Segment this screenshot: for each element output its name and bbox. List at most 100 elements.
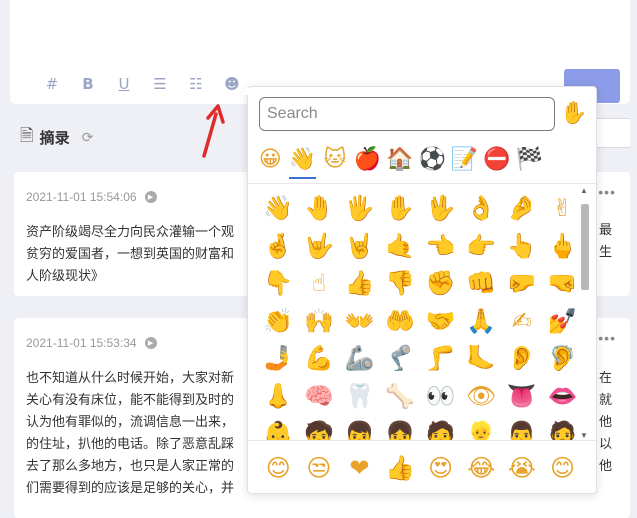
emoji-item[interactable]: 🦴 [380, 378, 421, 416]
emoji-item[interactable]: ☝ [299, 265, 340, 303]
recent-emoji-item[interactable]: 😍 [420, 449, 461, 487]
recent-emoji-item[interactable]: 😊 [542, 449, 583, 487]
note-text-right-edge: 在 就 他 以 他 [599, 371, 613, 474]
emoji-item[interactable]: 🧑 [420, 416, 461, 440]
emoji-item[interactable]: 🤳 [258, 340, 299, 378]
emoji-search-input[interactable] [259, 97, 555, 131]
emoji-item[interactable]: 👁 [461, 378, 502, 416]
emoji-item[interactable]: 👇 [258, 265, 299, 303]
emoji-item[interactable]: 🤘 [339, 228, 380, 266]
recent-emoji-item[interactable]: 😒 [299, 449, 340, 487]
tab-food[interactable]: 🍎 [351, 145, 383, 179]
recent-emoji-item[interactable]: 😊 [258, 449, 299, 487]
emoji-item[interactable]: 👉 [461, 228, 502, 266]
hashtag-button[interactable]: # [34, 74, 70, 94]
emoji-item[interactable]: 💪 [299, 340, 340, 378]
emoji-item[interactable]: 🙏 [461, 303, 502, 341]
emoji-item[interactable]: 👱 [461, 416, 502, 440]
emoji-item[interactable]: 👧 [380, 416, 421, 440]
recent-emoji-item[interactable]: ❤ [339, 449, 380, 487]
tab-symbols[interactable]: ⛔ [481, 145, 513, 179]
note-timestamp: 2021-11-01 15:53:34 [26, 336, 137, 350]
emoji-item[interactable]: ✋ [380, 190, 421, 228]
emoji-item[interactable]: 🦻 [542, 340, 583, 378]
emoji-item[interactable]: 🦵 [420, 340, 461, 378]
emoji-item[interactable]: 👶 [258, 416, 299, 440]
emoji-item[interactable]: 🦾 [339, 340, 380, 378]
recent-emoji-item[interactable]: 😭 [502, 449, 543, 487]
emoji-item[interactable]: 🖖 [420, 190, 461, 228]
play-icon[interactable]: ▶ [144, 337, 157, 349]
emoji-grid-area: 👋 🤚 🖐 ✋ 🖖 👌 🤌 ✌ 🤞 🤟 🤘 🤙 👈 👉 👆 🖕 👇 ☝ 👍 👎 ✊ 👊 🤛 🤜 👏 🙌 👐 🤲 🤝 🙏 ✍ 💅 🤳 💪 🦾 🦿 🦵 🦶 👂 🦻… [248, 183, 598, 441]
tab-objects[interactable]: 📝 [448, 145, 480, 179]
emoji-item[interactable]: 🦶 [461, 340, 502, 378]
emoji-item[interactable]: 👂 [502, 340, 543, 378]
emoji-item[interactable]: 🤜 [542, 265, 583, 303]
emoji-item[interactable]: 👍 [339, 265, 380, 303]
more-options-icon[interactable]: ••• [598, 184, 616, 200]
emoji-item[interactable]: ✍ [502, 303, 543, 341]
more-options-icon[interactable]: ••• [598, 330, 616, 346]
recent-emoji-item[interactable]: 😂 [461, 449, 502, 487]
tab-people[interactable]: 👋 [286, 145, 318, 179]
emoji-item[interactable]: ✊ [420, 265, 461, 303]
emoji-item[interactable]: 🤌 [502, 190, 543, 228]
underline-button[interactable]: U [106, 74, 142, 94]
emoji-item[interactable]: 👏 [258, 303, 299, 341]
skin-tone-button[interactable]: ✋ [560, 101, 587, 127]
numbered-list-button[interactable]: ☷ [178, 74, 214, 94]
bold-button[interactable]: B [70, 74, 106, 94]
emoji-item[interactable]: 👋 [258, 190, 299, 228]
emoji-item[interactable]: 🤝 [420, 303, 461, 341]
emoji-item[interactable]: 🖕 [542, 228, 583, 266]
red-arrow-annotation [202, 104, 225, 158]
emoji-item[interactable]: 🦷 [339, 378, 380, 416]
emoji-item[interactable]: 👦 [339, 416, 380, 440]
emoji-item[interactable]: 🙌 [299, 303, 340, 341]
emoji-item[interactable]: 🤞 [258, 228, 299, 266]
emoji-item[interactable]: 🦿 [380, 340, 421, 378]
tab-animals[interactable]: 🐱 [319, 145, 351, 179]
emoji-item[interactable]: 👨 [502, 416, 543, 440]
emoji-item[interactable]: 🤟 [299, 228, 340, 266]
tab-travel[interactable]: 🏠 [384, 145, 416, 179]
emoji-scrollbar[interactable]: ▲ ▼ [578, 186, 590, 440]
emoji-item[interactable]: 👎 [380, 265, 421, 303]
tab-flags[interactable]: 🏁 [513, 145, 545, 179]
note-text-right-edge: 最 生 [599, 223, 613, 260]
emoji-item[interactable]: 🤛 [502, 265, 543, 303]
emoji-item[interactable]: 👅 [502, 378, 543, 416]
scroll-down-icon[interactable]: ▼ [580, 431, 588, 440]
recent-emoji-row: 😊 😒 ❤ 👍 😍 😂 😭 😊 [258, 449, 583, 487]
emoji-item[interactable]: 👈 [420, 228, 461, 266]
emoji-item[interactable]: 🤙 [380, 228, 421, 266]
emoji-item[interactable]: 💅 [542, 303, 583, 341]
scroll-up-icon[interactable]: ▲ [580, 186, 588, 195]
emoji-item[interactable]: 🧔 [542, 416, 583, 440]
note-timestamp: 2021-11-01 15:54:06 [26, 190, 137, 204]
emoji-category-tabs: 😀 👋 🐱 🍎 🏠 ⚽ 📝 ⛔ 🏁 [254, 145, 590, 179]
emoji-item[interactable]: 👀 [420, 378, 461, 416]
tab-smileys[interactable]: 😀 [254, 145, 286, 179]
emoji-item[interactable]: ✌ [542, 190, 583, 228]
play-icon[interactable]: ▶ [144, 191, 157, 203]
emoji-item[interactable]: 👊 [461, 265, 502, 303]
emoji-grid: 👋 🤚 🖐 ✋ 🖖 👌 🤌 ✌ 🤞 🤟 🤘 🤙 👈 👉 👆 🖕 👇 ☝ 👍 👎 ✊ 👊 🤛 🤜 👏 🙌 👐 🤲 🤝 🙏 ✍ 💅 🤳 💪 🦾 🦿 🦵 🦶 👂 🦻… [258, 190, 583, 440]
tab-activities[interactable]: ⚽ [416, 145, 448, 179]
emoji-item[interactable]: 🖐 [339, 190, 380, 228]
note-meta: 2021-11-01 15:53:34 ▶ [26, 336, 157, 350]
emoji-item[interactable]: 👌 [461, 190, 502, 228]
emoji-item[interactable]: 🧒 [299, 416, 340, 440]
note-meta: 2021-11-01 15:54:06 ▶ [26, 190, 157, 204]
recent-emoji-item[interactable]: 👍 [380, 449, 421, 487]
bullet-list-button[interactable]: ☰ [142, 74, 178, 94]
emoji-item[interactable]: 🤲 [380, 303, 421, 341]
emoji-item[interactable]: 👃 [258, 378, 299, 416]
scrollbar-thumb[interactable] [581, 204, 589, 290]
emoji-item[interactable]: 🤚 [299, 190, 340, 228]
emoji-item[interactable]: 👐 [339, 303, 380, 341]
emoji-item[interactable]: 🧠 [299, 378, 340, 416]
emoji-item[interactable]: 👄 [542, 378, 583, 416]
emoji-item[interactable]: 👆 [502, 228, 543, 266]
refresh-icon[interactable]: ⟳ [82, 130, 94, 146]
